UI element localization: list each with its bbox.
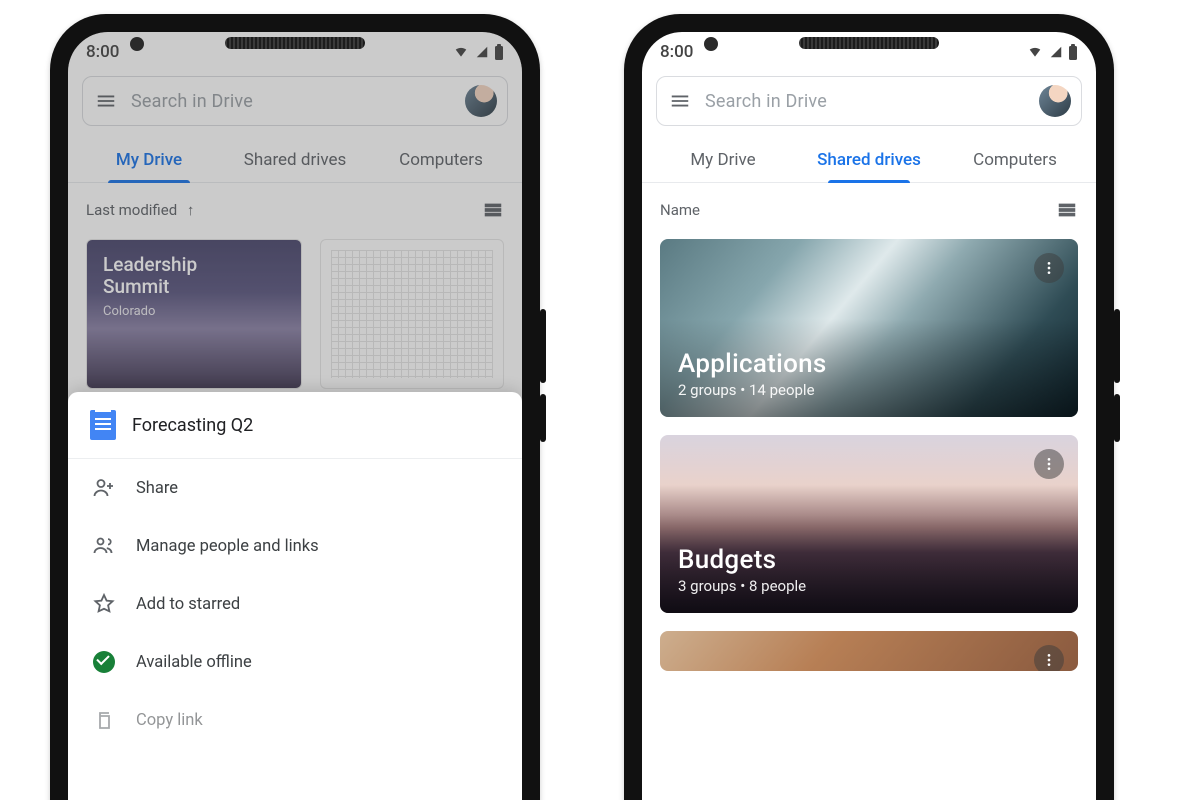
file-card-subtitle: Colorado [103,304,285,319]
offline-icon [92,650,116,674]
tabs-bar: My Drive Shared drives Computers [68,140,522,183]
file-card-spreadsheet[interactable] [320,239,504,389]
card-overflow-button[interactable] [1034,253,1064,283]
card-overflow-button[interactable] [1034,645,1064,671]
tab-shared-drives[interactable]: Shared drives [796,140,942,182]
tab-shared-drives[interactable]: Shared drives [222,140,368,182]
shared-drive-card-partial[interactable] [660,631,1078,671]
sheet-item-manage-people[interactable]: Manage people and links [68,517,522,575]
phone-screen-right: 8:00 Search in Drive My Drive Shared dri… [642,32,1096,800]
search-bar[interactable]: Search in Drive [82,76,508,126]
people-icon [92,534,116,558]
tabs-bar: My Drive Shared drives Computers [642,140,1096,183]
search-placeholder: Search in Drive [131,91,465,112]
search-placeholder: Search in Drive [705,91,1039,112]
file-action-sheet: Forecasting Q2 Share Manage people and l… [68,392,522,800]
file-grid: Leadership Summit Colorado [68,239,522,389]
sheet-item-share[interactable]: Share [68,459,522,517]
profile-avatar[interactable] [1039,85,1071,117]
sort-label: Name [660,201,700,219]
sort-arrow-up-icon: ↑ [187,201,195,219]
sheet-item-label: Share [136,479,178,498]
sheet-item-add-to-starred[interactable]: Add to starred [68,575,522,633]
sheet-item-label: Manage people and links [136,537,319,556]
phone-mock-right: 8:00 Search in Drive My Drive Shared dri… [624,14,1114,800]
file-card-title: Leadership Summit [103,254,285,298]
sort-row: Last modified ↑ [68,183,522,239]
search-bar[interactable]: Search in Drive [656,76,1082,126]
tab-computers[interactable]: Computers [368,140,514,182]
status-time: 8:00 [660,42,693,62]
menu-icon[interactable] [95,90,117,112]
sheet-file-title: Forecasting Q2 [132,415,253,436]
battery-icon [494,44,504,60]
profile-avatar[interactable] [465,85,497,117]
tab-my-drive[interactable]: My Drive [650,140,796,182]
menu-icon[interactable] [669,90,691,112]
sort-row: Name [642,183,1096,239]
battery-icon [1068,44,1078,60]
tab-computers[interactable]: Computers [942,140,1088,182]
shared-drives-list: Applications 2 groups • 14 people Budget… [642,239,1096,671]
sort-control[interactable]: Last modified ↑ [86,201,194,219]
star-outline-icon [92,592,116,616]
sheet-item-label: Available offline [136,653,252,672]
sheet-item-copy-link[interactable]: Copy link [68,691,522,749]
phone-screen-left: 8:00 Search in Drive My Drive Shared dri… [68,32,522,800]
google-docs-icon [90,410,116,440]
sheet-item-label: Add to starred [136,595,240,614]
card-overflow-button[interactable] [1034,449,1064,479]
drive-card-name: Applications [678,349,1060,379]
status-time: 8:00 [86,42,119,62]
view-toggle-icon[interactable] [482,199,504,221]
sort-control[interactable]: Name [660,201,700,219]
sheet-item-available-offline[interactable]: Available offline [68,633,522,691]
sort-label: Last modified [86,201,177,219]
phone-mock-left: 8:00 Search in Drive My Drive Shared dri… [50,14,540,800]
file-card-leadership-summit[interactable]: Leadership Summit Colorado [86,239,302,389]
person-add-icon [92,476,116,500]
sheet-item-label: Copy link [136,711,203,730]
tab-my-drive[interactable]: My Drive [76,140,222,182]
drive-card-name: Budgets [678,545,1060,575]
shared-drive-card-budgets[interactable]: Budgets 3 groups • 8 people [660,435,1078,613]
wifi-icon [1026,45,1044,59]
cellular-icon [1048,45,1064,59]
drive-card-subtitle: 2 groups • 14 people [678,381,1060,399]
cellular-icon [474,45,490,59]
copy-link-icon [92,708,116,732]
wifi-icon [452,45,470,59]
shared-drive-card-applications[interactable]: Applications 2 groups • 14 people [660,239,1078,417]
sheet-header: Forecasting Q2 [68,392,522,458]
view-toggle-icon[interactable] [1056,199,1078,221]
drive-card-subtitle: 3 groups • 8 people [678,577,1060,595]
